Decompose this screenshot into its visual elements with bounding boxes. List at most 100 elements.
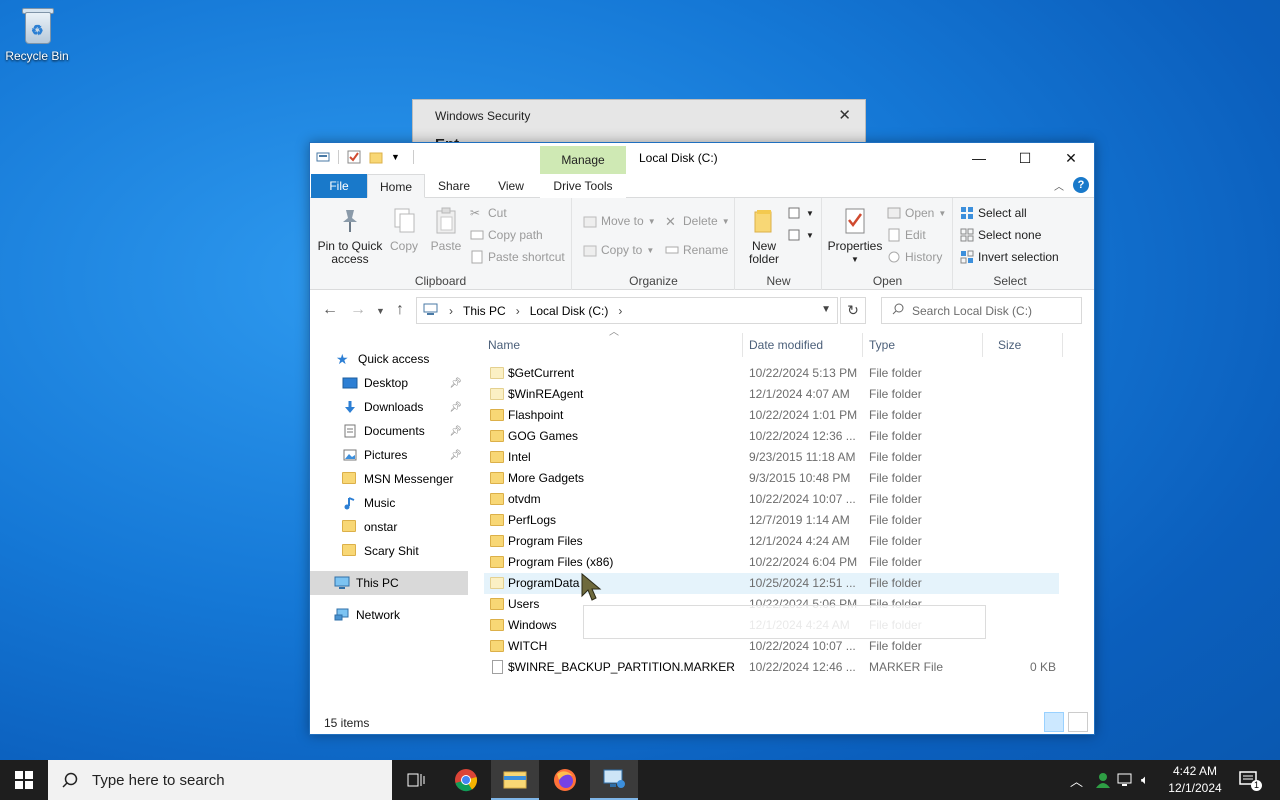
file-explorer-window[interactable]: ▼ Manage Local Disk (C:) — ☐ ✕ File Home… [309,142,1095,735]
copy-to-button[interactable]: Copy to ▼ [583,243,654,257]
table-row[interactable]: More Gadgets 9/3/2015 10:48 PM File folder [484,468,1059,489]
properties-qat-icon[interactable] [347,150,361,164]
nav-item-scary-shit[interactable]: Scary Shit [310,539,468,563]
user-account-tray-icon[interactable] [1094,760,1112,800]
tab-drive-tools[interactable]: Drive Tools [540,174,626,198]
copy-button[interactable]: Copy [388,204,420,253]
table-row[interactable]: GOG Games 10/22/2024 12:36 ... File folder [484,426,1059,447]
volume-icon[interactable]: 🔈︎ [1141,760,1149,800]
table-row[interactable]: WITCH 10/22/2024 10:07 ... File folder [484,636,1059,657]
taskbar: Type here to search ︿ 🔈︎ 4:42 AM 12/1/20… [0,760,1280,800]
nav-item-desktop[interactable]: Desktop 📌︎ [310,371,468,395]
network-tray-icon[interactable] [1117,760,1135,800]
task-view-icon[interactable] [392,760,440,800]
breadcrumb-this-pc[interactable]: This PC [463,304,506,318]
cell-name: otvdm [508,492,541,506]
title-bar[interactable]: ▼ Manage Local Disk (C:) — ☐ ✕ [310,143,1094,174]
network-icon [334,608,350,622]
column-header-name[interactable]: Name [488,333,520,357]
move-to-button[interactable]: Move to ▼ [583,214,656,228]
details-view-icon[interactable] [1044,712,1064,732]
customize-qat-dropdown-icon[interactable]: ▼ [391,150,405,164]
table-row[interactable]: Intel 9/23/2015 11:18 AM File folder [484,447,1059,468]
nav-quick-access[interactable]: ★ Quick access [310,347,468,371]
table-row[interactable]: ProgramData 10/25/2024 12:51 ... File fold… [484,573,1059,594]
manage-contextual-tab[interactable]: Manage [540,146,626,174]
table-row[interactable]: $WINRE_BACKUP_PARTITION.MARKER 10/22/2024… [484,657,1059,678]
back-arrow-icon[interactable]: ← [322,301,338,319]
edit-button[interactable]: Edit [887,228,926,242]
address-dropdown-icon[interactable]: ▼ [821,304,831,315]
nav-item-pictures[interactable]: Pictures 📌︎ [310,443,468,467]
breadcrumb-local-disk[interactable]: Local Disk (C:) [530,304,609,318]
delete-button[interactable]: ✕ Delete ▼ [665,214,730,229]
firefox-icon[interactable] [541,760,589,800]
select-all-button[interactable]: Select all [960,206,1027,220]
refresh-icon[interactable]: ↻ [840,297,866,324]
new-folder-button[interactable]: New folder [744,204,784,266]
windows-security-close-button[interactable]: ✕ [838,106,851,124]
pin-icon [335,206,365,236]
paste-shortcut-button[interactable]: Paste shortcut [470,250,565,264]
recycle-bin-desktop-icon[interactable]: ♻ Recycle Bin [4,6,70,63]
table-row[interactable]: Flashpoint 10/22/2024 1:01 PM File folder [484,405,1059,426]
pin-icon: 📌︎ [449,377,462,389]
table-row[interactable]: $GetCurrent 10/22/2024 5:13 PM File folder [484,363,1059,384]
chrome-icon[interactable] [442,760,490,800]
large-icons-view-icon[interactable] [1068,712,1088,732]
cell-date: 12/1/2024 4:07 AM [749,387,850,401]
table-row[interactable]: Program Files (x86) 10/22/2024 6:04 PM Fil… [484,552,1059,573]
select-group: Select all Select none Invert selection … [954,198,1066,290]
nav-item-downloads[interactable]: Downloads 📌︎ [310,395,468,419]
minimize-button[interactable]: — [956,143,1002,173]
up-arrow-icon[interactable]: ↑ [396,301,404,319]
clock[interactable]: 4:42 AM 12/1/2024 [1160,763,1230,797]
column-header-type[interactable]: Type [869,333,895,357]
history-button[interactable]: History [887,250,942,264]
new-folder-qat-icon[interactable] [369,150,383,164]
tab-home[interactable]: Home [367,174,425,198]
tab-share[interactable]: Share [434,174,474,198]
nav-item-documents[interactable]: Documents 📌︎ [310,419,468,443]
nav-this-pc[interactable]: This PC [310,571,468,595]
nav-item-msn-messenger[interactable]: MSN Messenger [310,467,468,491]
table-row[interactable]: $WinREAgent 12/1/2024 4:07 AM File folder [484,384,1059,405]
search-box[interactable]: Search Local Disk (C:) [881,297,1082,324]
copy-path-button[interactable]: Copy path [470,228,543,242]
help-icon[interactable]: ? [1073,177,1089,193]
paste-button[interactable]: Paste [428,204,464,253]
nav-network[interactable]: Network [310,603,468,627]
rename-button[interactable]: Rename [665,243,728,257]
collapse-ribbon-chevron-icon[interactable]: ︿ [1054,178,1064,193]
cell-type: File folder [869,576,922,590]
properties-button[interactable]: Properties ▼ [827,204,883,266]
forward-arrow-icon[interactable]: → [350,301,366,319]
close-button[interactable]: ✕ [1048,143,1094,173]
table-row[interactable]: Program Files 12/1/2024 4:24 AM File folde… [484,531,1059,552]
table-row[interactable]: PerfLogs 12/7/2019 1:14 AM File folder [484,510,1059,531]
show-hidden-icons-chevron-icon[interactable]: ︿ [1070,760,1083,800]
start-button[interactable] [0,760,48,800]
open-button[interactable]: Open ▼ [887,206,946,220]
nav-item-onstar[interactable]: onstar [310,515,468,539]
cut-button[interactable]: ✂ Cut [470,206,507,220]
recent-locations-chevron-icon[interactable]: ▼ [376,306,385,316]
tab-view[interactable]: View [492,174,530,198]
taskbar-search-box[interactable]: Type here to search [48,760,392,800]
select-none-button[interactable]: Select none [960,228,1041,242]
cell-name: PerfLogs [508,513,557,527]
tab-file[interactable]: File [311,174,367,198]
remote-desktop-icon[interactable] [590,760,638,800]
notification-center-icon[interactable]: 1 [1238,760,1262,800]
column-header-size[interactable]: Size [998,333,1021,357]
easy-access-button[interactable]: ▼ [788,228,814,242]
column-header-date-modified[interactable]: Date modified [749,333,823,357]
maximize-button[interactable]: ☐ [1002,143,1048,173]
address-bar[interactable]: › This PC › Local Disk (C:) › ▼ [416,297,838,324]
pin-to-quick-access-button[interactable]: Pin to Quick access [316,204,384,266]
table-row[interactable]: otvdm 10/22/2024 10:07 ... File folder [484,489,1059,510]
new-item-button[interactable]: ▼ [788,206,814,220]
file-explorer-taskbar-icon[interactable] [491,760,539,800]
nav-item-music[interactable]: Music [310,491,468,515]
invert-selection-button[interactable]: Invert selection [960,250,1059,264]
